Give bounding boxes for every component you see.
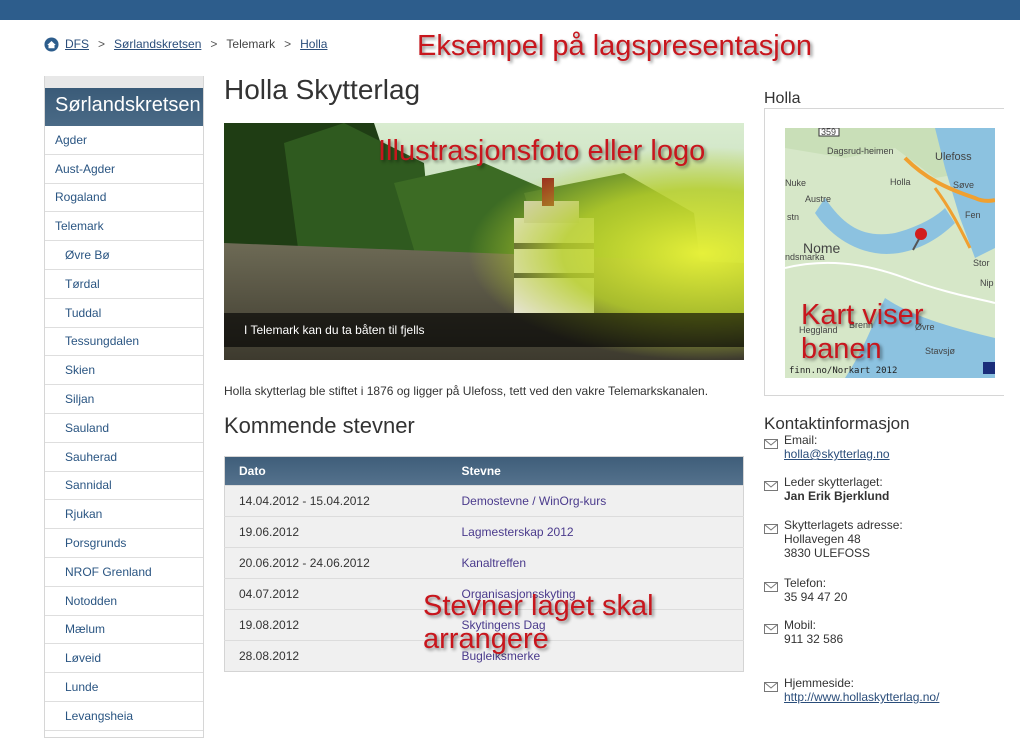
- annotation-photo-or-logo: Illustrasjonsfoto eller logo: [378, 135, 706, 167]
- sidebar: Sørlandskretsen Agder Aust-Agder Rogaland T…: [44, 76, 204, 738]
- leader-name: Jan Erik Bjerklund: [784, 489, 890, 503]
- column-header-date: Dato: [239, 464, 266, 478]
- table-row: 19.06.2012 Lagmesterskap 2012: [224, 516, 744, 548]
- breadcrumb-item-telemark: Telemark: [226, 37, 276, 51]
- sidebar-item[interactable]: Øvre Bø: [45, 241, 203, 270]
- sidebar-item[interactable]: Aust-Agder: [45, 155, 203, 184]
- sidebar-item[interactable]: Rogaland: [45, 184, 203, 213]
- events-section-title: Kommende stevner: [224, 413, 415, 438]
- sidebar-item[interactable]: Skien: [45, 356, 203, 386]
- sidebar-item[interactable]: Telemark: [45, 212, 203, 242]
- mobile-number: 911 32 586: [784, 632, 844, 646]
- event-date: 04.07.2012: [224, 578, 450, 610]
- mobile-label: Mobil:: [784, 618, 817, 632]
- event-link[interactable]: Kanaltreffen: [449, 547, 744, 579]
- breadcrumb-link-dfs[interactable]: DFS: [65, 37, 89, 51]
- annotation-events: Stevner laget skal arrangere: [423, 590, 654, 655]
- leader-label: Leder skytterlaget:: [784, 475, 883, 489]
- page-title: Holla Skytterlag: [224, 74, 421, 105]
- map-label: Austre: [805, 194, 831, 204]
- sidebar-item[interactable]: Sauland: [45, 414, 203, 443]
- event-date: 19.08.2012: [224, 609, 450, 641]
- breadcrumb-separator: >: [210, 37, 218, 51]
- breadcrumb-separator: >: [98, 37, 106, 51]
- event-date: 20.06.2012 - 24.06.2012: [224, 547, 450, 579]
- mail-icon: [764, 481, 778, 491]
- map-label: stn: [787, 212, 799, 222]
- map-label: Stor: [973, 258, 990, 268]
- sidebar-item[interactable]: Sannidal: [45, 472, 203, 501]
- sidebar-item[interactable]: Rjukan: [45, 500, 203, 530]
- event-link[interactable]: Demostevne / WinOrg-kurs: [449, 485, 744, 517]
- annotation-map: Kart viser banen: [801, 299, 924, 365]
- event-date: 19.06.2012: [224, 516, 450, 548]
- map-credit: finn.no/Norkart 2012: [789, 366, 898, 376]
- sidebar-item[interactable]: Mælum: [45, 616, 203, 645]
- sidebar-item[interactable]: Notodden: [45, 587, 203, 616]
- sidebar-item[interactable]: Levangsheia: [45, 702, 203, 731]
- phone-number: 35 94 47 20: [784, 590, 848, 604]
- events-table-header: Dato Stevne: [224, 456, 744, 486]
- column-header-event: Stevne: [461, 464, 501, 478]
- breadcrumb: DFS > Sørlandskretsen > Telemark > Holla: [44, 36, 327, 52]
- event-date: 28.08.2012: [224, 640, 450, 672]
- homepage-link[interactable]: http://www.hollaskytterlag.no/: [784, 690, 939, 704]
- sidebar-item[interactable]: Sauherad: [45, 443, 203, 472]
- home-icon[interactable]: [44, 36, 59, 52]
- address-line1: Hollavegen 48: [784, 532, 861, 546]
- sidebar-item[interactable]: Tessungdalen: [45, 328, 203, 357]
- table-row: 20.06.2012 - 24.06.2012 Kanaltreffen: [224, 547, 744, 579]
- sidebar-item[interactable]: Agder: [45, 126, 203, 155]
- sidebar-title: Sørlandskretsen: [45, 88, 203, 126]
- sidebar-item[interactable]: NROF Grenland: [45, 558, 203, 587]
- breadcrumb-link-sorlandskretsen[interactable]: Sørlandskretsen: [114, 37, 201, 51]
- email-label: Email:: [784, 433, 818, 447]
- map-label: Holla: [890, 177, 911, 187]
- breadcrumb-separator: >: [284, 37, 292, 51]
- map-label: Nuke: [785, 178, 806, 188]
- sidebar-item[interactable]: Tørdal: [45, 270, 203, 299]
- sidebar-item[interactable]: Løveid: [45, 644, 203, 674]
- breadcrumb-link-holla[interactable]: Holla: [300, 37, 327, 51]
- map-label: Fen: [965, 210, 981, 220]
- mail-icon: [764, 624, 778, 634]
- intro-text: Holla skytterlag ble stiftet i 1876 og l…: [224, 384, 709, 398]
- mail-icon: [764, 682, 778, 692]
- event-link[interactable]: Lagmesterskap 2012: [449, 516, 744, 548]
- annotation-example-presentation: Eksempel på lagspresentasjon: [417, 30, 812, 62]
- sidebar-item[interactable]: Tuddal: [45, 299, 203, 328]
- sidebar-header-band: [45, 76, 203, 88]
- map-label: Ulefoss: [935, 151, 972, 163]
- sidebar-nav-list: Agder Aust-Agder Rogaland Telemark Øvre Bø Tø…: [45, 126, 203, 731]
- top-bar: [0, 0, 1020, 20]
- map-title: Holla: [764, 90, 801, 107]
- sidebar-item[interactable]: Lunde: [45, 673, 203, 702]
- phone-label: Telefon:: [784, 576, 827, 590]
- map-label: ndsmarka: [785, 252, 825, 262]
- map-label: Dagsrud-heimen: [827, 146, 894, 156]
- address-label: Skytterlagets adresse:: [784, 518, 903, 532]
- address-line2: 3830 ULEFOSS: [784, 546, 871, 560]
- table-row: 14.04.2012 - 15.04.2012 Demostevne / WinO…: [224, 485, 744, 517]
- email-link[interactable]: holla@skytterlag.no: [784, 447, 890, 461]
- hero-caption: I Telemark kan du ta båten til fjells: [224, 313, 744, 347]
- mail-icon: [764, 582, 778, 592]
- mail-icon: [764, 439, 778, 449]
- map-label: Søve: [953, 180, 974, 190]
- mail-icon: [764, 524, 778, 534]
- homepage-label: Hjemmeside:: [784, 676, 855, 690]
- event-date: 14.04.2012 - 15.04.2012: [224, 485, 450, 517]
- sidebar-item[interactable]: Porsgrunds: [45, 529, 203, 558]
- contact-title: Kontaktinformasjon: [764, 414, 910, 433]
- map-label: 359: [821, 128, 836, 137]
- sidebar-item[interactable]: Siljan: [45, 385, 203, 414]
- map-label: Nip: [980, 278, 994, 288]
